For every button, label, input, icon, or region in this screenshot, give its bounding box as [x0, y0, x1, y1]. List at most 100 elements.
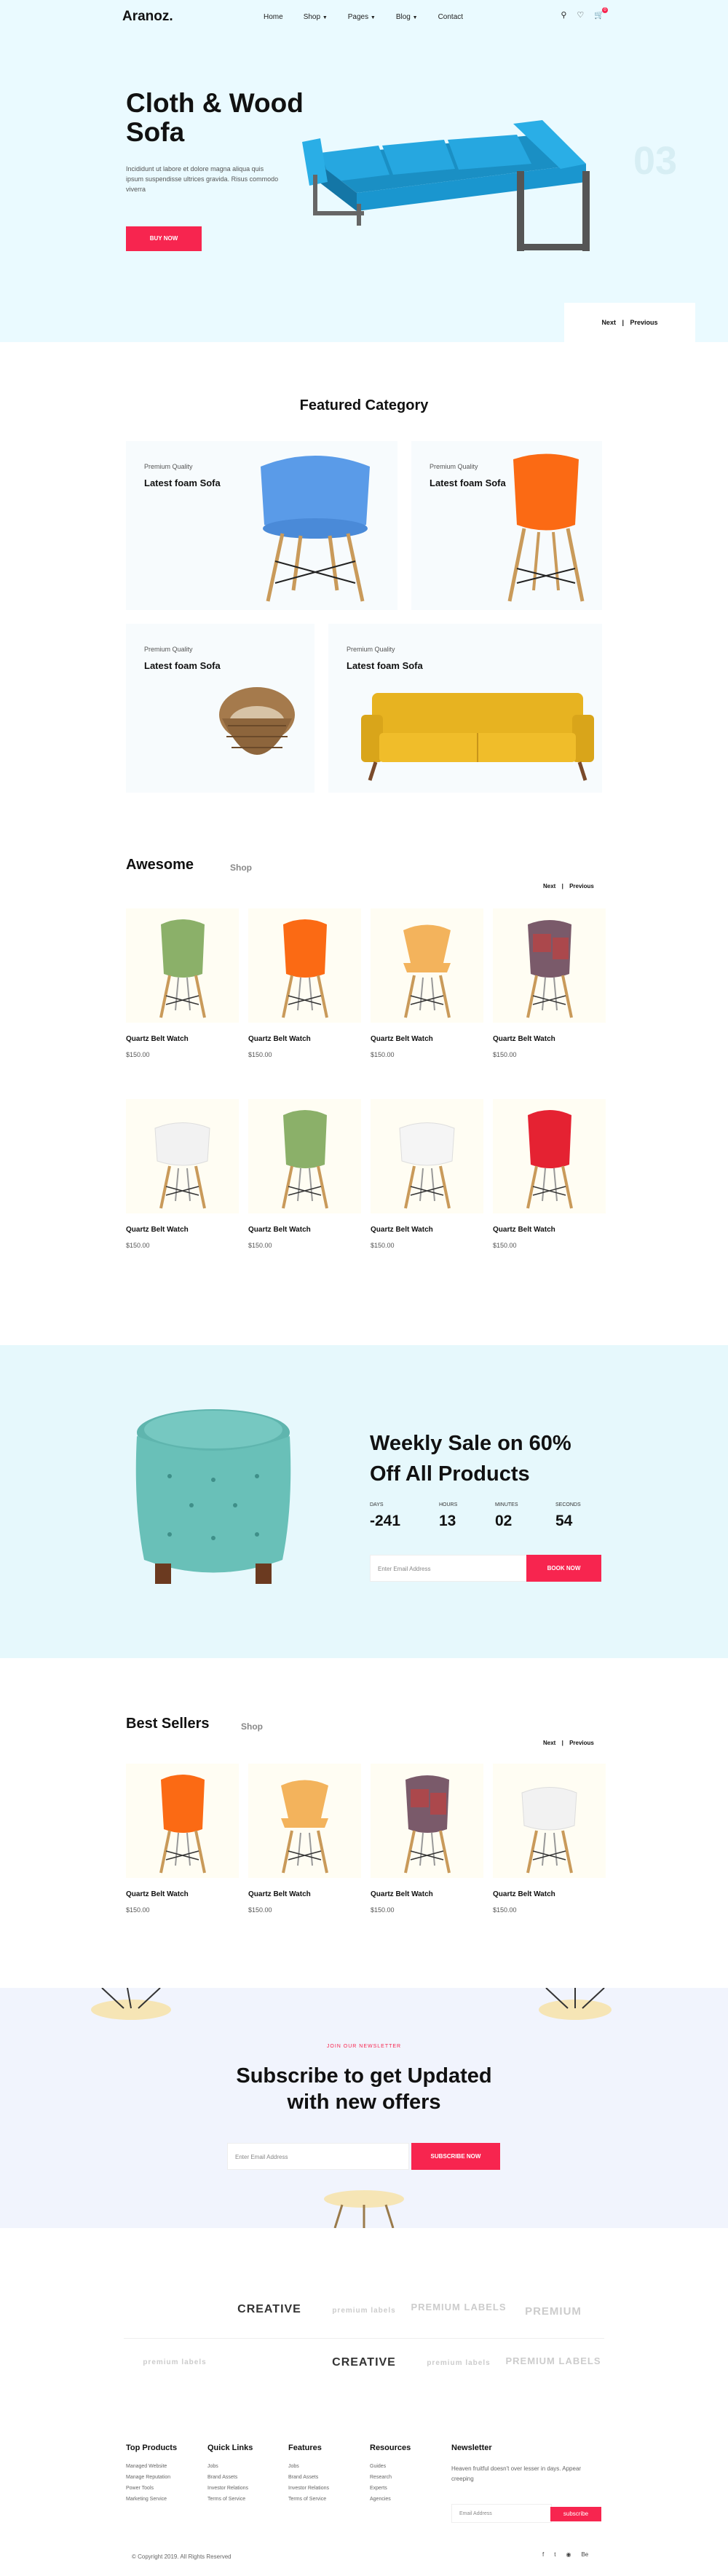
chair-image	[281, 1780, 328, 1874]
product-card[interactable]: Quartz Belt Watch $150.00	[248, 908, 361, 1058]
product-name[interactable]: Quartz Belt Watch	[126, 1035, 239, 1043]
table-decoration-left	[91, 1988, 171, 2020]
footer-link[interactable]: Terms of Service	[207, 2497, 253, 2502]
newsletter-email-input[interactable]: Enter Email Address	[227, 2143, 409, 2170]
slide-number: 03	[633, 139, 678, 183]
product-image	[248, 1764, 361, 1878]
footer-link[interactable]: Jobs	[207, 2464, 253, 2469]
category-card[interactable]: Premium Quality Latest foam Sofa	[126, 624, 314, 793]
best-sellers-title: Best Sellers	[126, 1716, 210, 1732]
best-previous-button[interactable]: Previous	[569, 1740, 594, 1746]
footer-column-title: Quick Links	[207, 2444, 253, 2452]
chair-image	[154, 1122, 210, 1209]
awesome-previous-button[interactable]: Previous	[569, 883, 594, 889]
buy-now-button[interactable]: BUY NOW	[126, 226, 202, 251]
countdown-label: HOURS	[439, 1502, 458, 1507]
footer-link[interactable]: Guides	[370, 2464, 411, 2469]
product-image	[248, 1099, 361, 1213]
facebook-icon[interactable]: f	[542, 2551, 544, 2558]
chair-image	[526, 1110, 573, 1209]
footer-link[interactable]: Jobs	[288, 2464, 329, 2469]
product-card[interactable]: Quartz Belt Watch $150.00	[371, 1099, 483, 1249]
site-logo[interactable]: Aranoz.	[122, 9, 173, 25]
cart-icon[interactable]: 🛒 0	[594, 7, 608, 20]
category-card[interactable]: Premium Quality Latest foam Sofa	[411, 441, 602, 610]
product-name[interactable]: Quartz Belt Watch	[493, 1890, 606, 1898]
product-card[interactable]: Quartz Belt Watch $150.00	[126, 908, 239, 1058]
product-price: $150.00	[493, 1906, 517, 1914]
footer-link[interactable]: Managed Website	[126, 2464, 177, 2469]
copyright: © Copyright 2019. All Rights Reserved	[132, 2553, 232, 2560]
menu-item-shop[interactable]: Shop ▼	[304, 13, 328, 21]
hero-previous-button[interactable]: Previous	[630, 319, 658, 326]
product-card[interactable]: Quartz Belt Watch $150.00	[371, 908, 483, 1058]
twitter-icon[interactable]: t	[554, 2551, 555, 2558]
brand-logo: PREMIUM LABELS	[505, 2355, 601, 2366]
product-card[interactable]: Quartz Belt Watch $150.00	[126, 1099, 239, 1249]
product-name[interactable]: Quartz Belt Watch	[248, 1035, 361, 1043]
brand-divider	[124, 2338, 604, 2339]
category-card[interactable]: Premium Quality Latest foam Sofa	[328, 624, 602, 793]
footer-link[interactable]: Marketing Service	[126, 2497, 177, 2502]
product-card[interactable]: Quartz Belt Watch $150.00	[248, 1099, 361, 1249]
product-card[interactable]: Quartz Belt Watch $150.00	[493, 1099, 606, 1249]
search-icon[interactable]: ⚲	[561, 10, 566, 20]
brand-logo: CREATIVE	[237, 2303, 301, 2315]
menu-item-contact[interactable]: Contact	[438, 13, 463, 21]
chair-image	[159, 919, 206, 1018]
newsletter-title: Subscribe to get Updated with new offers	[236, 2064, 492, 2114]
chair-image	[521, 1787, 577, 1874]
footer-link[interactable]: Brand Assets	[288, 2475, 329, 2480]
product-card[interactable]: Quartz Belt Watch $150.00	[371, 1764, 483, 1914]
footer-email-input[interactable]: Email Address	[451, 2504, 552, 2523]
brand-logo: premium labels	[143, 2358, 207, 2366]
menu-item-home[interactable]: Home	[264, 13, 283, 21]
product-name[interactable]: Quartz Belt Watch	[493, 1226, 606, 1234]
category-card[interactable]: Premium Quality Latest foam Sofa	[126, 441, 397, 610]
footer-link[interactable]: Investor Relations	[288, 2486, 329, 2491]
footer-subscribe-button[interactable]: subscribe	[550, 2507, 601, 2521]
awesome-next-button[interactable]: Next	[543, 883, 555, 889]
product-image	[126, 1099, 239, 1213]
main-menu: Home Shop ▼ Pages ▼ Blog ▼ Contact	[264, 13, 483, 21]
social-icons: f t ◉ Be	[542, 2551, 588, 2558]
footer-link[interactable]: Manage Reputation	[126, 2475, 177, 2480]
menu-item-blog[interactable]: Blog ▼	[396, 13, 418, 21]
product-name[interactable]: Quartz Belt Watch	[371, 1226, 483, 1234]
best-next-button[interactable]: Next	[543, 1740, 555, 1746]
top-navigation: Aranoz. Home Shop ▼ Pages ▼ Blog ▼ Conta…	[0, 0, 728, 33]
footer-link[interactable]: Brand Assets	[207, 2475, 253, 2480]
product-card[interactable]: Quartz Belt Watch $150.00	[248, 1764, 361, 1914]
product-name[interactable]: Quartz Belt Watch	[493, 1035, 606, 1043]
product-card[interactable]: Quartz Belt Watch $150.00	[126, 1764, 239, 1914]
product-image	[371, 1764, 483, 1878]
card-title: Latest foam Sofa	[347, 660, 423, 671]
product-card[interactable]: Quartz Belt Watch $150.00	[493, 1764, 606, 1914]
behance-icon[interactable]: Be	[581, 2551, 588, 2558]
footer-link[interactable]: Power Tools	[126, 2486, 177, 2491]
globe-icon[interactable]: ◉	[566, 2551, 571, 2558]
product-name[interactable]: Quartz Belt Watch	[248, 1890, 361, 1898]
product-price: $150.00	[126, 1906, 150, 1914]
menu-item-pages[interactable]: Pages ▼	[348, 13, 376, 21]
product-name[interactable]: Quartz Belt Watch	[248, 1226, 361, 1234]
product-name[interactable]: Quartz Belt Watch	[371, 1890, 483, 1898]
brand-logo: PREMIUM LABELS	[411, 2302, 507, 2313]
footer-link[interactable]: Investor Relations	[207, 2486, 253, 2491]
ottoman-image	[135, 1409, 291, 1584]
footer-link[interactable]: Terms of Service	[288, 2497, 329, 2502]
footer-link[interactable]: Research	[370, 2475, 411, 2480]
product-name[interactable]: Quartz Belt Watch	[371, 1035, 483, 1043]
awesome-subtitle: Shop	[230, 863, 252, 873]
hero-next-button[interactable]: Next	[601, 319, 616, 326]
footer-link[interactable]: Agencies	[370, 2497, 411, 2502]
footer-link[interactable]: Experts	[370, 2486, 411, 2491]
product-card[interactable]: Quartz Belt Watch $150.00	[493, 908, 606, 1058]
product-name[interactable]: Quartz Belt Watch	[126, 1890, 239, 1898]
heart-icon[interactable]: ♡	[577, 10, 584, 20]
chair-image	[282, 1110, 328, 1209]
product-name[interactable]: Quartz Belt Watch	[126, 1226, 239, 1234]
subscribe-now-button[interactable]: SUBSCRIBE NOW	[411, 2143, 500, 2170]
sale-email-input[interactable]: Enter Email Address	[370, 1555, 527, 1582]
book-now-button[interactable]: BOOK NOW	[526, 1555, 601, 1582]
